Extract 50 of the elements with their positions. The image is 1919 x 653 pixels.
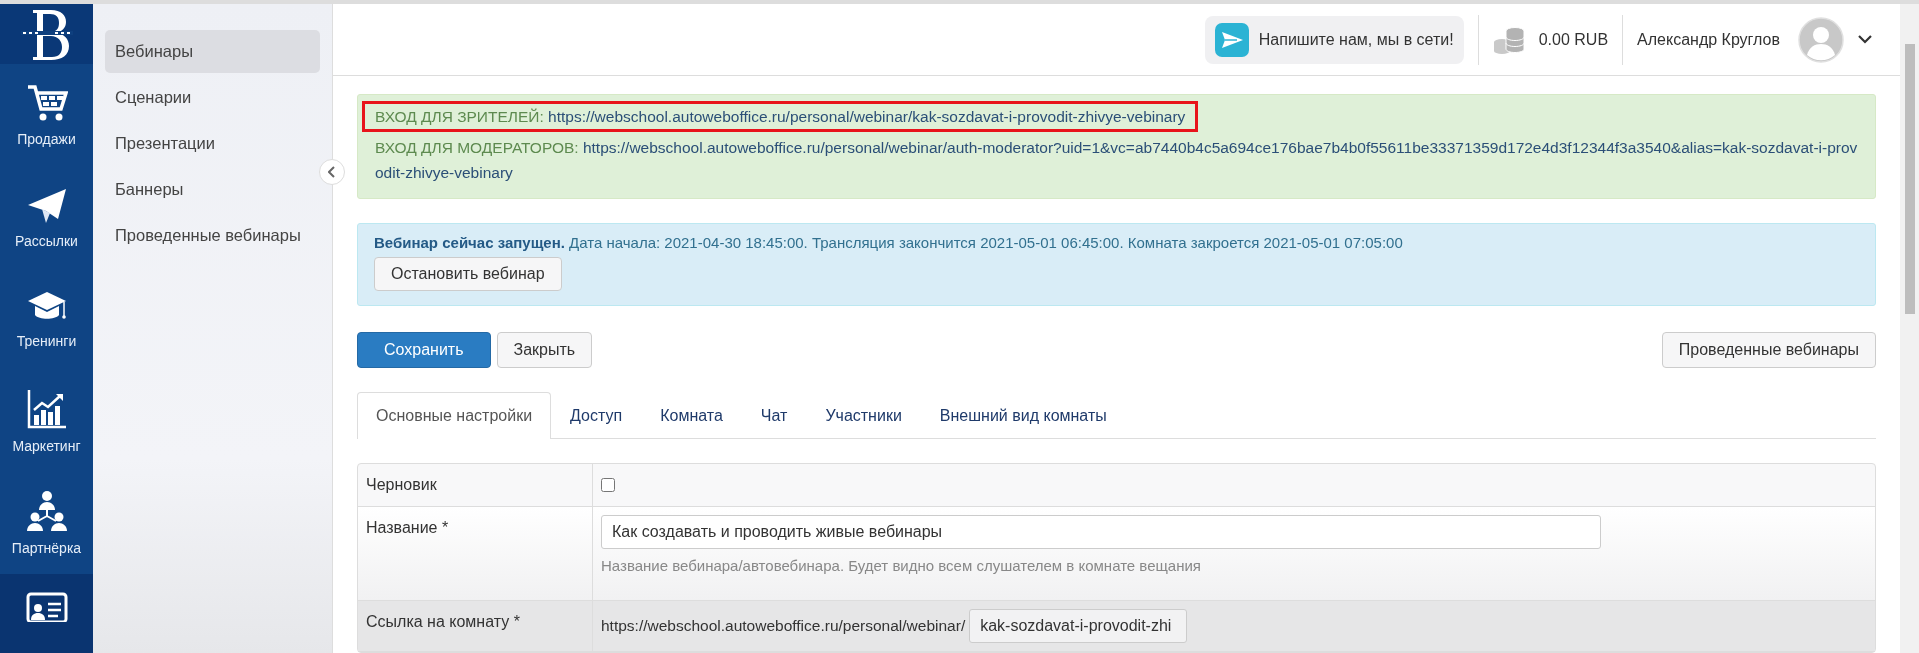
tab[interactable]: Чат [741, 392, 807, 439]
sidebar-item[interactable]: Презентации [105, 122, 320, 165]
rail-label: Партнёрка [11, 540, 82, 556]
access-link-line[interactable]: ВХОД ДЛЯ МОДЕРАТОРОВ: https://webschool.autoweboffice.ru/personal/webinar/auth-moderator?uid=1&vc=ab7440b4c5a694ce176bae7b4b0f55611be33371359d172e4d3f12344f3a3540&alias=kak-sozdavat-i-provodit-zhivye-vebinary [375, 135, 1858, 185]
stop-webinar-button[interactable]: Остановить вебинар [374, 257, 562, 291]
rail-label: Маркетинг [12, 438, 81, 454]
rail-item[interactable]: Продажи [0, 64, 93, 166]
sidebar-item[interactable]: Баннеры [105, 168, 320, 211]
rail-label: Рассылки [15, 233, 78, 249]
rail-item[interactable]: Тренинги [0, 268, 93, 370]
tab[interactable]: Комната [641, 392, 742, 439]
title-input[interactable]: Как создавать и проводить живые вебинары [601, 515, 1601, 549]
tab[interactable]: Участники [806, 392, 921, 439]
coins-icon [1492, 25, 1525, 54]
cart-icon [25, 83, 68, 123]
close-button[interactable]: Закрыть [496, 332, 593, 368]
chat-button[interactable]: Напишите нам, мы в сети! [1204, 15, 1464, 64]
status-message: Вебинар сейчас запущен. Дата начала: 2021-04-30 18:45:00. Трансляция закончится 2021-05-01 06:45:00. Комната закроется 2021-05-01 07:05:00 [374, 234, 1404, 251]
draft-checkbox[interactable] [601, 478, 615, 492]
access-link-line[interactable]: ВХОД ДЛЯ ЗРИТЕЛЕЙ: https://webschool.autoweboffice.ru/personal/webinar/kak-sozdavat-i-provodit-zhivye-vebinary [375, 104, 1186, 129]
rail-label: Продажи [17, 131, 76, 147]
sidebar-item[interactable]: Вебинары [105, 30, 320, 73]
rail-item[interactable] [0, 574, 93, 653]
sidebar-item[interactable]: Проведенные вебинары [105, 214, 320, 257]
rail-item[interactable]: Маркетинг [0, 370, 93, 472]
field-label: Название * [358, 507, 593, 600]
tab[interactable]: Основные настройки [357, 392, 552, 439]
balance-amount: 0.00 RUB [1538, 30, 1609, 49]
growth-chart-icon [25, 388, 68, 430]
tab[interactable]: Доступ [551, 392, 642, 439]
help-text: Название вебинара/автовебинара. Будет видно всем слушателем в комнате вещания [601, 557, 1202, 574]
paper-plane-icon [1214, 22, 1249, 57]
save-button[interactable]: Сохранить [357, 332, 491, 368]
contact-card-icon [25, 592, 68, 622]
rail-item[interactable]: Партнёрка [0, 472, 93, 574]
chevron-left-icon [328, 166, 336, 178]
field-label: Черновик [358, 464, 593, 506]
chevron-down-icon[interactable] [1858, 35, 1872, 44]
tab[interactable]: Внешний вид комнаты [920, 392, 1126, 439]
slug-input[interactable]: kak-sozdavat-i-provodit-zhi [969, 609, 1188, 643]
user-name[interactable]: Александр Круглов [1637, 30, 1780, 49]
past-webinars-button[interactable]: Проведенные вебинары [1661, 332, 1876, 368]
url-prefix: https://webschool.autoweboffice.ru/personal/webinar/ [601, 617, 966, 635]
people-network-icon [25, 490, 68, 532]
rail-label: Тренинги [16, 333, 77, 349]
sidebar-item[interactable]: Сценарии [105, 76, 320, 119]
rail-item[interactable]: Рассылки [0, 166, 93, 268]
scrollbar[interactable] [1900, 4, 1919, 653]
collapse-button[interactable] [319, 159, 345, 185]
field-label: Ссылка на комнату * [358, 601, 593, 651]
